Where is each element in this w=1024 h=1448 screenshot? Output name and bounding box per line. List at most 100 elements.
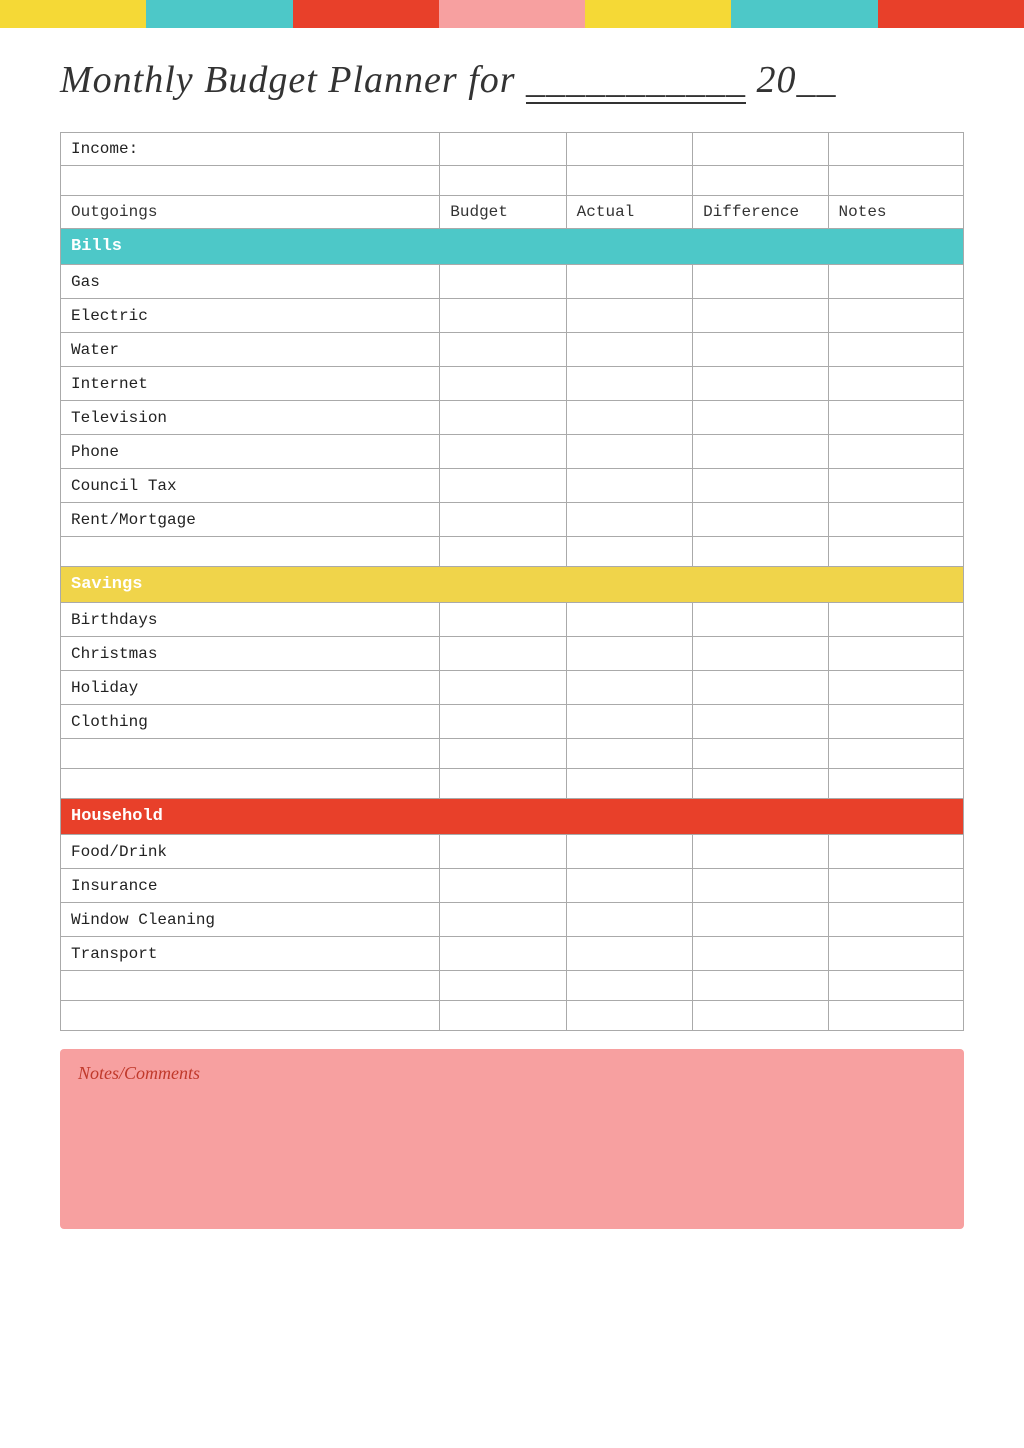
top-bar-pink: [439, 0, 585, 28]
item-transport: Transport: [61, 937, 440, 971]
blank-row-1: [61, 166, 964, 196]
rent-notes[interactable]: [828, 503, 963, 537]
birthdays-actual[interactable]: [566, 603, 692, 637]
window-budget[interactable]: [440, 903, 566, 937]
rent-budget[interactable]: [440, 503, 566, 537]
transport-notes[interactable]: [828, 937, 963, 971]
top-bar-teal2: [731, 0, 877, 28]
insurance-notes[interactable]: [828, 869, 963, 903]
window-actual[interactable]: [566, 903, 692, 937]
water-diff: [693, 333, 828, 367]
row-holiday: Holiday: [61, 671, 964, 705]
holiday-budget[interactable]: [440, 671, 566, 705]
item-window-cleaning: Window Cleaning: [61, 903, 440, 937]
gas-diff: [693, 265, 828, 299]
television-actual[interactable]: [566, 401, 692, 435]
row-phone: Phone: [61, 435, 964, 469]
income-label: Income:: [61, 133, 440, 166]
christmas-budget[interactable]: [440, 637, 566, 671]
water-actual[interactable]: [566, 333, 692, 367]
col-budget-header: Budget: [440, 196, 566, 229]
television-notes[interactable]: [828, 401, 963, 435]
clothing-actual[interactable]: [566, 705, 692, 739]
section-bills-header: Bills: [61, 229, 964, 265]
food-budget[interactable]: [440, 835, 566, 869]
transport-actual[interactable]: [566, 937, 692, 971]
gas-budget[interactable]: [440, 265, 566, 299]
phone-notes[interactable]: [828, 435, 963, 469]
top-bar-red: [293, 0, 439, 28]
holiday-notes[interactable]: [828, 671, 963, 705]
row-food-drink: Food/Drink: [61, 835, 964, 869]
christmas-notes[interactable]: [828, 637, 963, 671]
christmas-actual[interactable]: [566, 637, 692, 671]
bottom-color-bar: [0, 1420, 1024, 1448]
row-electric: Electric: [61, 299, 964, 333]
top-color-bar: [0, 0, 1024, 28]
holiday-actual[interactable]: [566, 671, 692, 705]
row-council-tax: Council Tax: [61, 469, 964, 503]
item-food-drink: Food/Drink: [61, 835, 440, 869]
insurance-actual[interactable]: [566, 869, 692, 903]
electric-diff: [693, 299, 828, 333]
row-clothing: Clothing: [61, 705, 964, 739]
water-notes[interactable]: [828, 333, 963, 367]
item-phone: Phone: [61, 435, 440, 469]
television-budget[interactable]: [440, 401, 566, 435]
income-notes: [828, 133, 963, 166]
food-diff: [693, 835, 828, 869]
section-bills-label: Bills: [61, 229, 964, 265]
income-row: Income:: [61, 133, 964, 166]
title-year: 20__: [757, 59, 837, 101]
transport-budget[interactable]: [440, 937, 566, 971]
row-window-cleaning: Window Cleaning: [61, 903, 964, 937]
food-notes[interactable]: [828, 835, 963, 869]
window-diff: [693, 903, 828, 937]
savings-blank-row-2: [61, 769, 964, 799]
internet-notes[interactable]: [828, 367, 963, 401]
rent-actual[interactable]: [566, 503, 692, 537]
item-christmas: Christmas: [61, 637, 440, 671]
electric-budget[interactable]: [440, 299, 566, 333]
birthdays-budget[interactable]: [440, 603, 566, 637]
top-bar-red2: [878, 0, 1024, 28]
section-savings-label: Savings: [61, 567, 964, 603]
budget-table: Income: Outgoings Budget Actual Differen…: [60, 132, 964, 1031]
rent-diff: [693, 503, 828, 537]
gas-notes[interactable]: [828, 265, 963, 299]
birthdays-notes[interactable]: [828, 603, 963, 637]
phone-actual[interactable]: [566, 435, 692, 469]
television-diff: [693, 401, 828, 435]
income-diff: [693, 133, 828, 166]
row-water: Water: [61, 333, 964, 367]
clothing-budget[interactable]: [440, 705, 566, 739]
food-actual[interactable]: [566, 835, 692, 869]
window-notes[interactable]: [828, 903, 963, 937]
electric-notes[interactable]: [828, 299, 963, 333]
council-tax-actual[interactable]: [566, 469, 692, 503]
gas-actual[interactable]: [566, 265, 692, 299]
outgoings-header-row: Outgoings Budget Actual Difference Notes: [61, 196, 964, 229]
electric-actual[interactable]: [566, 299, 692, 333]
item-internet: Internet: [61, 367, 440, 401]
phone-budget[interactable]: [440, 435, 566, 469]
clothing-notes[interactable]: [828, 705, 963, 739]
insurance-diff: [693, 869, 828, 903]
col-difference-header: Difference: [693, 196, 828, 229]
item-television: Television: [61, 401, 440, 435]
item-water: Water: [61, 333, 440, 367]
clothing-diff: [693, 705, 828, 739]
item-gas: Gas: [61, 265, 440, 299]
row-christmas: Christmas: [61, 637, 964, 671]
internet-budget[interactable]: [440, 367, 566, 401]
water-budget[interactable]: [440, 333, 566, 367]
top-bar-yellow2: [585, 0, 731, 28]
notes-comments-box: Notes/Comments: [60, 1049, 964, 1229]
council-tax-budget[interactable]: [440, 469, 566, 503]
birthdays-diff: [693, 603, 828, 637]
internet-actual[interactable]: [566, 367, 692, 401]
item-holiday: Holiday: [61, 671, 440, 705]
council-tax-notes[interactable]: [828, 469, 963, 503]
internet-diff: [693, 367, 828, 401]
insurance-budget[interactable]: [440, 869, 566, 903]
